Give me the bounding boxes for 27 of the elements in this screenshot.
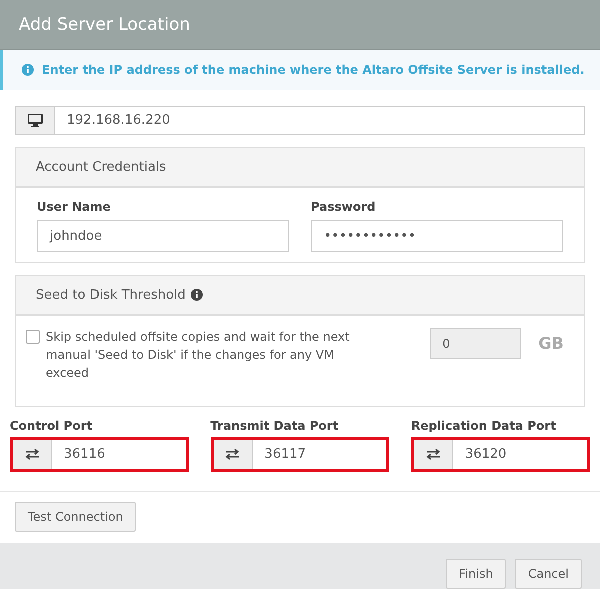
swap-arrows-icon — [426, 449, 441, 460]
swap-arrows-icon — [24, 449, 40, 460]
monitor-icon — [28, 114, 42, 127]
unit-label: GB — [538, 334, 564, 353]
panel-title: Seed to Disk Threshold — [36, 288, 186, 302]
dialog-button[interactable]: Cancel — [515, 558, 582, 588]
window-title: Add Server Location — [19, 14, 190, 34]
swap-arrows-icon — [225, 449, 240, 460]
dialog-button[interactable]: Finish — [446, 558, 506, 588]
info-icon — [22, 64, 34, 76]
info-text: Enter the IP address of the machine where the Altaro Offsite Server is installed. — [42, 63, 585, 77]
port-label: Control Port — [10, 419, 94, 433]
field-label: Password — [311, 200, 377, 214]
port-label: Replication Data Port — [411, 419, 558, 433]
port-field[interactable]: 36117 — [210, 437, 390, 472]
input-field[interactable]: johndoe — [37, 220, 289, 252]
info-icon — [190, 289, 203, 301]
address-field[interactable]: 192.168.16.220 — [15, 106, 585, 135]
panel-title: Account Credentials — [36, 160, 166, 174]
checkbox-label: Skip scheduled offsite copies and wait for the next manual 'Seed to Disk' if the changes for any VM exceed — [46, 329, 351, 382]
field-label: User Name — [37, 200, 112, 214]
test-connection-button[interactable]: Test Connection — [15, 502, 136, 532]
input-field[interactable]: •••••••••••• — [311, 220, 563, 252]
port-label: Transmit Data Port — [210, 419, 340, 433]
checkbox[interactable] — [26, 330, 40, 344]
port-field[interactable]: 36116 — [10, 437, 189, 472]
port-field[interactable]: 36120 — [411, 437, 590, 472]
